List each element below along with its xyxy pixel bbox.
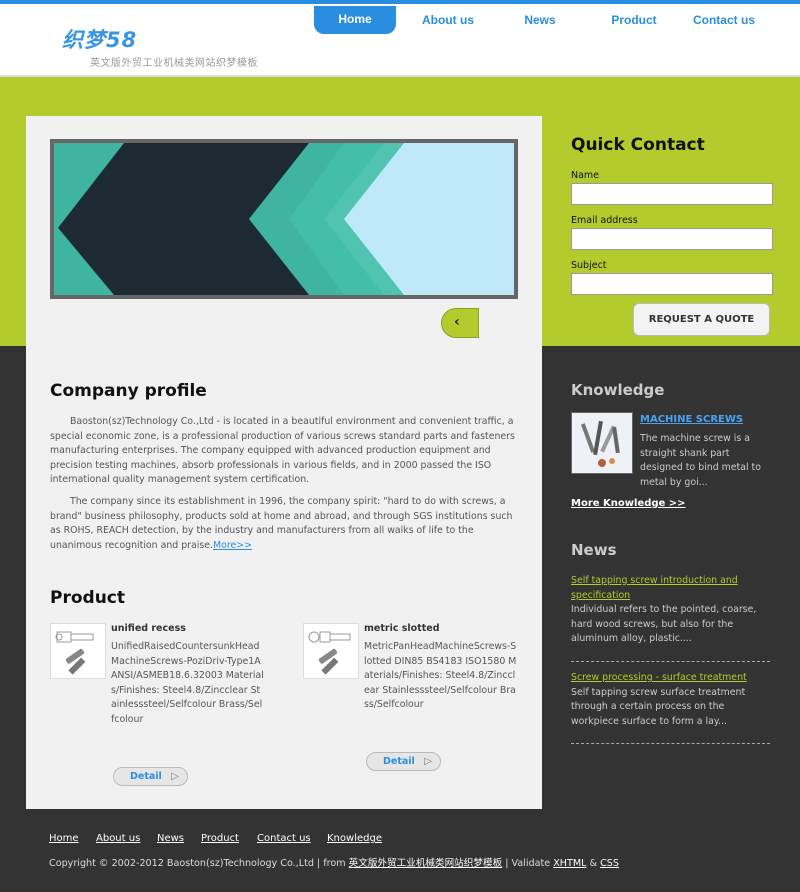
- site-logo[interactable]: 织梦58 英文版外贸工业机械类网站织梦模板: [62, 24, 292, 70]
- quick-contact-title: Quick Contact: [571, 135, 705, 155]
- logo-mark: 织梦58: [62, 28, 138, 52]
- product-name[interactable]: metric slotted: [364, 623, 440, 634]
- ampersand-text: &: [586, 858, 601, 869]
- copyright: Copyright © 2002-2012 Baoston(sz)Technol…: [49, 855, 619, 869]
- knowledge-thumbnail[interactable]: [571, 412, 633, 474]
- news-item-description: Individual refers to the pointed, coarse…: [571, 604, 757, 644]
- footer-nav-about-us[interactable]: About us: [96, 833, 140, 844]
- footer-nav-product[interactable]: Product: [201, 833, 239, 844]
- xhtml-link[interactable]: XHTML: [553, 858, 586, 869]
- subject-field[interactable]: [571, 273, 773, 295]
- request-quote-button[interactable]: REQUEST A QUOTE: [633, 303, 770, 336]
- css-link[interactable]: CSS: [600, 858, 619, 869]
- product-detail-button[interactable]: Detail ▷: [366, 752, 441, 771]
- screws-image: [580, 420, 620, 467]
- detail-label: Detail: [383, 756, 415, 767]
- news-item-title[interactable]: Screw processing - surface treatment: [571, 672, 747, 683]
- profile-title: Company profile: [50, 381, 207, 401]
- screw-icon: [308, 631, 351, 675]
- news-title: News: [571, 541, 617, 559]
- name-label: Name: [571, 170, 600, 181]
- nav-product[interactable]: Product: [606, 8, 662, 32]
- play-arrow-icon: ▷: [171, 771, 179, 782]
- nav-contact-us[interactable]: Contact us: [690, 8, 758, 32]
- template-source-link[interactable]: 英文版外贸工业机械类网站织梦模板: [349, 858, 503, 869]
- screw-icon: [55, 631, 94, 675]
- footer-nav-home[interactable]: Home: [49, 833, 79, 844]
- product-thumbnail[interactable]: [303, 623, 359, 679]
- name-field[interactable]: [571, 183, 773, 205]
- profile-paragraph-1: Baoston(sz)Technology Co.,Ltd - is locat…: [50, 416, 515, 485]
- more-knowledge-link[interactable]: More Knowledge >>: [571, 498, 686, 509]
- footer-nav-news[interactable]: News: [157, 833, 184, 844]
- product-detail-button[interactable]: Detail ▷: [113, 767, 188, 786]
- nav-news[interactable]: News: [516, 8, 564, 32]
- validate-text: | Validate: [502, 858, 554, 869]
- chevron-left-icon: ‹: [454, 314, 460, 330]
- slider-prev-button[interactable]: ‹: [441, 308, 479, 338]
- logo-tagline: 英文版外贸工业机械类网站织梦模板: [90, 58, 258, 69]
- knowledge-description: The machine screw is a straight shank pa…: [640, 433, 761, 488]
- banner-graphic: [54, 143, 514, 295]
- knowledge-title: Knowledge: [571, 381, 665, 399]
- product-thumbnail[interactable]: [50, 623, 106, 679]
- product-title: Product: [50, 588, 125, 608]
- play-arrow-icon: ▷: [424, 756, 432, 767]
- profile-more-link[interactable]: More>>: [213, 540, 252, 551]
- news-item-description: Self tapping screw surface treatment thr…: [571, 686, 746, 727]
- product-description: UnifiedRaisedCountersunkHeadMachineScrew…: [111, 641, 264, 725]
- nav-home[interactable]: Home: [314, 6, 396, 34]
- profile-paragraph-2-text: The company since its establishment in 1…: [50, 496, 513, 551]
- knowledge-article-link[interactable]: MACHINE SCREWS: [640, 414, 743, 425]
- profile-paragraph-2: The company since its establishment in 1…: [50, 495, 518, 553]
- email-field[interactable]: [571, 228, 773, 250]
- product-description: MetricPanHeadMachineScrews-Slotted DIN85…: [364, 641, 517, 710]
- detail-label: Detail: [130, 771, 162, 782]
- news-item: Self tapping screw introduction and spec…: [571, 574, 770, 662]
- product-name[interactable]: unified recess: [111, 623, 186, 634]
- copyright-text: Copyright © 2002-2012 Baoston(sz)Technol…: [49, 858, 349, 869]
- site-header: 织梦58 英文版外贸工业机械类网站织梦模板 Home About us News…: [0, 0, 800, 77]
- nav-about-us[interactable]: About us: [414, 8, 482, 32]
- subject-label: Subject: [571, 260, 607, 271]
- footer-nav-knowledge[interactable]: Knowledge: [327, 833, 382, 844]
- main-content: ‹ Company profile Baoston(sz)Technology …: [26, 116, 542, 809]
- news-item-title[interactable]: Self tapping screw introduction and spec…: [571, 575, 738, 601]
- footer-nav-contact-us[interactable]: Contact us: [257, 833, 311, 844]
- email-label: Email address: [571, 215, 638, 226]
- news-item: Screw processing - surface treatment Sel…: [571, 671, 770, 744]
- banner-slider[interactable]: [50, 139, 518, 299]
